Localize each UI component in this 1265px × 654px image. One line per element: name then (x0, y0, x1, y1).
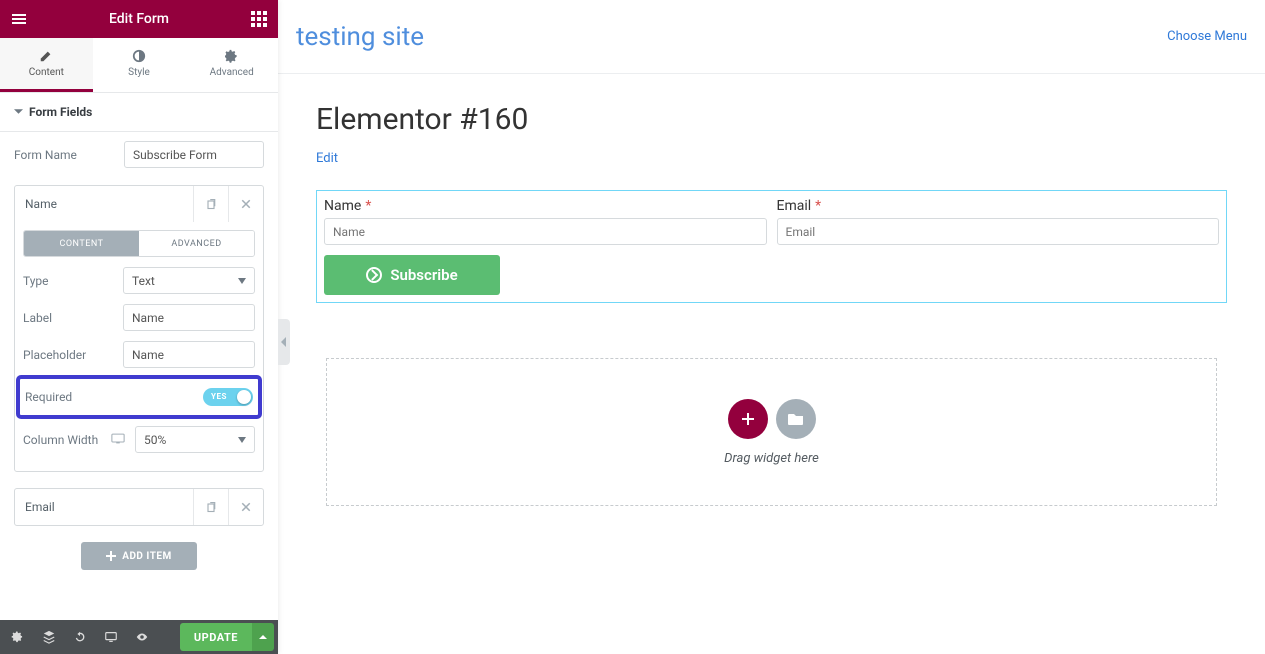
responsive-view-icon[interactable] (97, 623, 125, 651)
repeater-header[interactable]: Email (15, 489, 263, 525)
arrow-circle-icon (366, 267, 382, 283)
email-field-input[interactable] (777, 218, 1220, 245)
repeater-item-name: Name CONTENT ADVANCED Type Text Label (14, 185, 264, 472)
toggle-state-text: YES (211, 392, 227, 401)
widgets-grid-icon[interactable] (248, 8, 270, 30)
preview-canvas: testing site Choose Menu Elementor #160 … (278, 0, 1265, 654)
choose-menu-link[interactable]: Choose Menu (1167, 29, 1247, 44)
repeater-item-title: Name (15, 197, 193, 211)
tab-advanced[interactable]: Advanced (185, 38, 278, 92)
page-title: Elementor #160 (316, 102, 1227, 137)
editor-footer: UPDATE (0, 620, 278, 654)
close-icon[interactable] (228, 489, 263, 525)
name-field-input[interactable] (324, 218, 767, 245)
section-form-fields[interactable]: Form Fields (0, 93, 278, 132)
navigator-icon[interactable] (35, 623, 63, 651)
update-dropdown[interactable] (252, 623, 274, 651)
form-name-input[interactable] (124, 141, 264, 168)
editor-sidebar: Edit Form Content Style Advanced Form Fi… (0, 0, 278, 654)
control-form-name: Form Name (0, 132, 278, 177)
style-icon (132, 49, 146, 63)
subscribe-button[interactable]: Subscribe (324, 255, 500, 295)
update-label: UPDATE (194, 631, 238, 644)
editor-tabs: Content Style Advanced (0, 38, 278, 93)
tab-style-label: Style (128, 67, 150, 78)
duplicate-icon[interactable] (193, 489, 228, 525)
required-toggle[interactable]: YES (203, 388, 253, 406)
field-subtabs: CONTENT ADVANCED (23, 230, 255, 257)
add-item-label: ADD ITEM (122, 551, 172, 562)
label-input[interactable] (123, 304, 255, 331)
repeater-item-title: Email (15, 500, 193, 514)
control-column-width: Column Width 50% (23, 426, 255, 453)
duplicate-icon[interactable] (193, 186, 228, 222)
toggle-knob (237, 390, 251, 404)
tab-content[interactable]: Content (0, 38, 93, 92)
placeholder-label: Placeholder (23, 348, 113, 362)
required-asterisk: * (365, 198, 371, 214)
required-asterisk: * (815, 198, 821, 214)
update-button[interactable]: UPDATE (180, 623, 252, 651)
add-section-button[interactable] (728, 399, 768, 439)
template-library-button[interactable] (776, 399, 816, 439)
column-width-label: Column Width (23, 433, 101, 447)
control-required: Required YES (19, 378, 259, 416)
field-subtab-advanced[interactable]: ADVANCED (139, 231, 254, 256)
site-topbar: testing site Choose Menu (278, 0, 1265, 74)
placeholder-input[interactable] (123, 341, 255, 368)
sidebar-header: Edit Form (0, 0, 278, 38)
drop-zone-text: Drag widget here (724, 451, 819, 466)
control-placeholder: Placeholder (23, 341, 255, 368)
type-label: Type (23, 274, 113, 288)
close-icon[interactable] (228, 186, 263, 222)
form-name-label: Form Name (14, 148, 114, 162)
caret-down-icon (14, 105, 23, 119)
column-width-select[interactable]: 50% (135, 426, 255, 453)
control-label: Label (23, 304, 255, 331)
type-select[interactable]: Text (123, 267, 255, 294)
site-title-link[interactable]: testing site (296, 22, 424, 52)
label-label: Label (23, 311, 113, 325)
pencil-icon (39, 49, 53, 63)
tab-content-label: Content (29, 67, 64, 78)
required-label: Required (25, 390, 115, 404)
name-field-label: Name* (324, 198, 767, 214)
plus-icon (106, 551, 116, 561)
responsive-icon[interactable] (111, 433, 125, 447)
form-widget-preview[interactable]: Name* Email* Subscribe (316, 190, 1227, 303)
preview-icon[interactable] (128, 623, 156, 651)
control-type: Type Text (23, 267, 255, 294)
drop-zone[interactable]: Drag widget here (326, 358, 1217, 506)
tab-style[interactable]: Style (93, 38, 186, 92)
gear-icon (225, 49, 239, 63)
tab-advanced-label: Advanced (210, 67, 254, 78)
collapse-sidebar-handle[interactable] (278, 319, 290, 365)
panel-title: Edit Form (30, 11, 248, 27)
subscribe-label: Subscribe (390, 266, 457, 284)
edit-link[interactable]: Edit (316, 151, 338, 166)
add-item-button[interactable]: ADD ITEM (81, 542, 197, 570)
email-field-label: Email* (777, 198, 1220, 214)
menu-icon[interactable] (8, 8, 30, 30)
section-form-fields-label: Form Fields (29, 105, 92, 119)
field-subtab-content[interactable]: CONTENT (24, 231, 139, 256)
repeater-header[interactable]: Name (15, 186, 263, 222)
repeater-item-email: Email (14, 488, 264, 526)
form-field-name: Name* (324, 198, 767, 245)
history-icon[interactable] (66, 623, 94, 651)
settings-icon[interactable] (4, 623, 32, 651)
form-field-email: Email* (777, 198, 1220, 245)
